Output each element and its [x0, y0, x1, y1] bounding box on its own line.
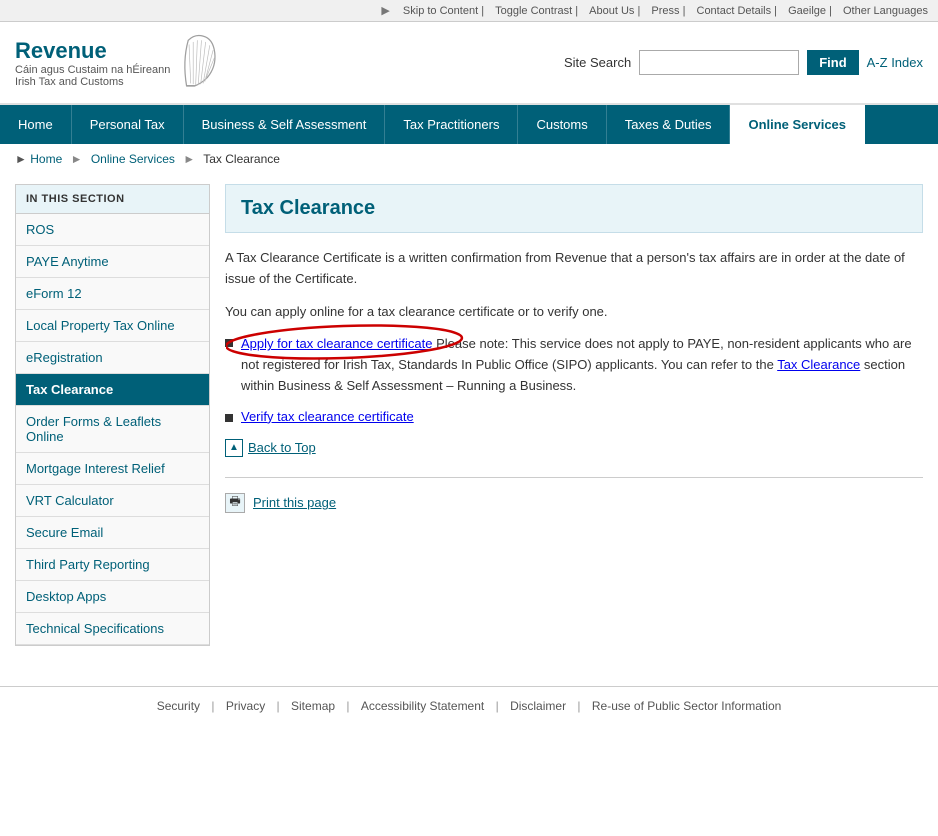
sidebar-item-mortgage[interactable]: Mortgage Interest Relief — [16, 453, 209, 485]
tax-clearance-ref-link[interactable]: Tax Clearance — [777, 357, 860, 372]
search-input[interactable] — [639, 50, 799, 75]
main-content: Tax Clearance A Tax Clearance Certificat… — [225, 184, 923, 646]
other-languages-link[interactable]: Other Languages — [843, 5, 928, 17]
intro-paragraph-1: A Tax Clearance Certificate is a written… — [225, 248, 923, 290]
logo-area: Revenue Cáin agus Custaim na hÉireann Ir… — [15, 32, 220, 93]
sidebar-item-ros[interactable]: ROS — [16, 214, 209, 246]
apply-link-circle-container: Apply for tax clearance certificate — [241, 336, 432, 351]
breadcrumb-current: Tax Clearance — [203, 152, 280, 166]
main-nav: Home Personal Tax Business & Self Assess… — [0, 105, 938, 144]
sidebar-item-local-property-tax[interactable]: Local Property Tax Online — [16, 310, 209, 342]
breadcrumb-arrow: ► — [15, 152, 27, 166]
back-to-top-link[interactable]: Back to Top — [248, 440, 316, 455]
breadcrumb-home-link[interactable]: Home — [30, 152, 62, 166]
utility-bar: ▶ Skip to Content | Toggle Contrast | Ab… — [0, 0, 938, 22]
intro-paragraph-2: You can apply online for a tax clearance… — [225, 302, 923, 323]
search-area: Site Search Find A-Z Index — [564, 50, 923, 75]
sidebar-item-eregistration[interactable]: eRegistration — [16, 342, 209, 374]
footer-security-link[interactable]: Security — [157, 699, 200, 713]
verify-link-row: Verify tax clearance certificate — [225, 409, 923, 424]
footer: Security | Privacy | Sitemap | Accessibi… — [0, 686, 938, 725]
sidebar-item-tax-clearance[interactable]: Tax Clearance — [16, 374, 209, 406]
breadcrumb-online-services-link[interactable]: Online Services — [91, 152, 175, 166]
gaeilge-link[interactable]: Gaeilge — [788, 5, 826, 17]
find-button[interactable]: Find — [807, 50, 858, 75]
logo-subtitle-english: Irish Tax and Customs — [15, 76, 170, 88]
print-icon: 🖶 — [225, 493, 245, 513]
sidebar: IN THIS SECTION ROS PAYE Anytime eForm 1… — [15, 184, 210, 646]
az-index-link[interactable]: A-Z Index — [867, 55, 923, 70]
back-to-top-icon: ▲ — [225, 439, 243, 457]
nav-customs[interactable]: Customs — [518, 105, 606, 144]
sidebar-section-header: IN THIS SECTION — [16, 185, 209, 214]
logo-subtitle-irish: Cáin agus Custaim na hÉireann — [15, 64, 170, 76]
apply-tax-clearance-link[interactable]: Apply for tax clearance certificate — [241, 336, 432, 351]
nav-personal-tax[interactable]: Personal Tax — [72, 105, 184, 144]
search-label: Site Search — [564, 55, 631, 70]
apply-link-row: Apply for tax clearance certificate Plea… — [225, 334, 923, 396]
footer-accessibility-link[interactable]: Accessibility Statement — [361, 699, 484, 713]
page-title-box: Tax Clearance — [225, 184, 923, 233]
back-to-top-section: ▲ Back to Top — [225, 439, 923, 457]
logo-title: Revenue — [15, 38, 170, 64]
sidebar-item-technical-specs[interactable]: Technical Specifications — [16, 613, 209, 645]
footer-disclaimer-link[interactable]: Disclaimer — [510, 699, 566, 713]
breadcrumb-sep2: ► — [183, 152, 195, 166]
verify-tax-clearance-link[interactable]: Verify tax clearance certificate — [241, 409, 414, 424]
sidebar-item-paye-anytime[interactable]: PAYE Anytime — [16, 246, 209, 278]
toggle-contrast-link[interactable]: Toggle Contrast — [495, 5, 572, 17]
sidebar-item-secure-email[interactable]: Secure Email — [16, 517, 209, 549]
page-title: Tax Clearance — [241, 197, 907, 220]
harp-logo — [178, 32, 220, 93]
nav-taxes-duties[interactable]: Taxes & Duties — [607, 105, 731, 144]
footer-sitemap-link[interactable]: Sitemap — [291, 699, 335, 713]
footer-reuse-link[interactable]: Re-use of Public Sector Information — [592, 699, 781, 713]
nav-practitioners[interactable]: Tax Practitioners — [385, 105, 518, 144]
sidebar-item-order-forms[interactable]: Order Forms & Leaflets Online — [16, 406, 209, 453]
footer-privacy-link[interactable]: Privacy — [226, 699, 265, 713]
skip-to-content-link[interactable]: Skip to Content — [403, 5, 478, 17]
header: Revenue Cáin agus Custaim na hÉireann Ir… — [0, 22, 938, 105]
sidebar-item-vrt[interactable]: VRT Calculator — [16, 485, 209, 517]
nav-online-services[interactable]: Online Services — [730, 105, 865, 144]
content-wrapper: IN THIS SECTION ROS PAYE Anytime eForm 1… — [0, 174, 938, 656]
sidebar-item-eform12[interactable]: eForm 12 — [16, 278, 209, 310]
print-link[interactable]: Print this page — [253, 495, 336, 510]
print-section: 🖶 Print this page — [225, 477, 923, 513]
contact-details-link[interactable]: Contact Details — [697, 5, 772, 17]
nav-business[interactable]: Business & Self Assessment — [184, 105, 386, 144]
breadcrumb: ► Home ► Online Services ► Tax Clearance — [0, 144, 938, 174]
press-link[interactable]: Press — [651, 5, 679, 17]
breadcrumb-sep1: ► — [71, 152, 83, 166]
bullet-icon-2 — [225, 414, 233, 422]
sidebar-item-desktop-apps[interactable]: Desktop Apps — [16, 581, 209, 613]
bullet-icon-1 — [225, 339, 233, 347]
sidebar-item-third-party[interactable]: Third Party Reporting — [16, 549, 209, 581]
about-us-link[interactable]: About Us — [589, 5, 634, 17]
nav-home[interactable]: Home — [0, 105, 72, 144]
